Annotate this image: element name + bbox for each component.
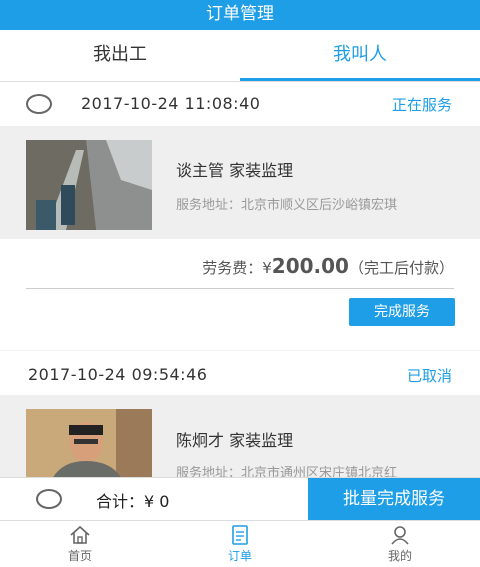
select-all-radio[interactable] [36,489,62,509]
service-address: 服务地址：北京市通州区宋庄镇北京红 [176,466,398,477]
home-icon [70,525,90,544]
worker-name-role: 陈炯才 家装监理 [176,431,294,450]
fee-amount: 200.00 [271,254,349,278]
order-select-radio[interactable] [26,94,52,114]
app-header: 订单管理 [0,0,480,30]
worker-photo [26,409,152,477]
order-datetime: 2017-10-24 11:08:40 [81,94,261,113]
tab-my-hire[interactable]: 我叫人 [240,30,480,81]
total-amount: 合计：¥ 0 [96,492,170,511]
nav-label: 订单 [227,549,252,563]
order-status: 已取消 [406,367,452,385]
nav-item-orders[interactable]: 订单 [160,521,320,567]
order-card[interactable]: 谈主管 家装监理 服务地址：北京市顺义区后沙峪镇宏琪 [0,126,480,239]
nav-item-profile[interactable]: 我的 [320,521,480,567]
divider [26,288,454,289]
service-address: 服务地址：北京市顺义区后沙峪镇宏琪 [176,198,398,213]
page-title: 订单管理 [206,4,274,24]
worker-name-role: 谈主管 家装监理 [176,161,294,180]
order-list-icon [232,525,248,545]
batch-action-bar: 合计：¥ 0 批量完成服务 [0,477,480,521]
order-card[interactable]: 陈炯才 家装监理 服务地址：北京市通州区宋庄镇北京红 [0,395,480,477]
order-header: 2017-10-24 09:54:46 已取消 [0,351,480,395]
batch-complete-button[interactable]: 批量完成服务 [308,478,480,521]
order-datetime: 2017-10-24 09:54:46 [28,365,208,384]
order-tabs: 我出工 我叫人 [0,30,480,82]
worker-photo [26,140,152,230]
order-status: 正在服务 [391,96,452,114]
bottom-nav: 首页 订单 我的 [0,520,480,567]
fee-note: （完工后付款） [348,259,454,277]
nav-label: 我的 [387,549,412,563]
labor-fee: 劳务费：¥200.00（完工后付款） [202,254,454,278]
fee-label: 劳务费：¥ [202,259,272,277]
nav-item-home[interactable]: 首页 [0,521,160,567]
nav-label: 首页 [67,549,92,563]
order-header: 2017-10-24 11:08:40 正在服务 [0,82,480,126]
tab-my-work[interactable]: 我出工 [0,30,240,81]
user-icon [391,526,409,545]
fee-section: 劳务费：¥200.00（完工后付款） 完成服务 [0,239,480,350]
complete-service-button[interactable]: 完成服务 [349,298,455,326]
